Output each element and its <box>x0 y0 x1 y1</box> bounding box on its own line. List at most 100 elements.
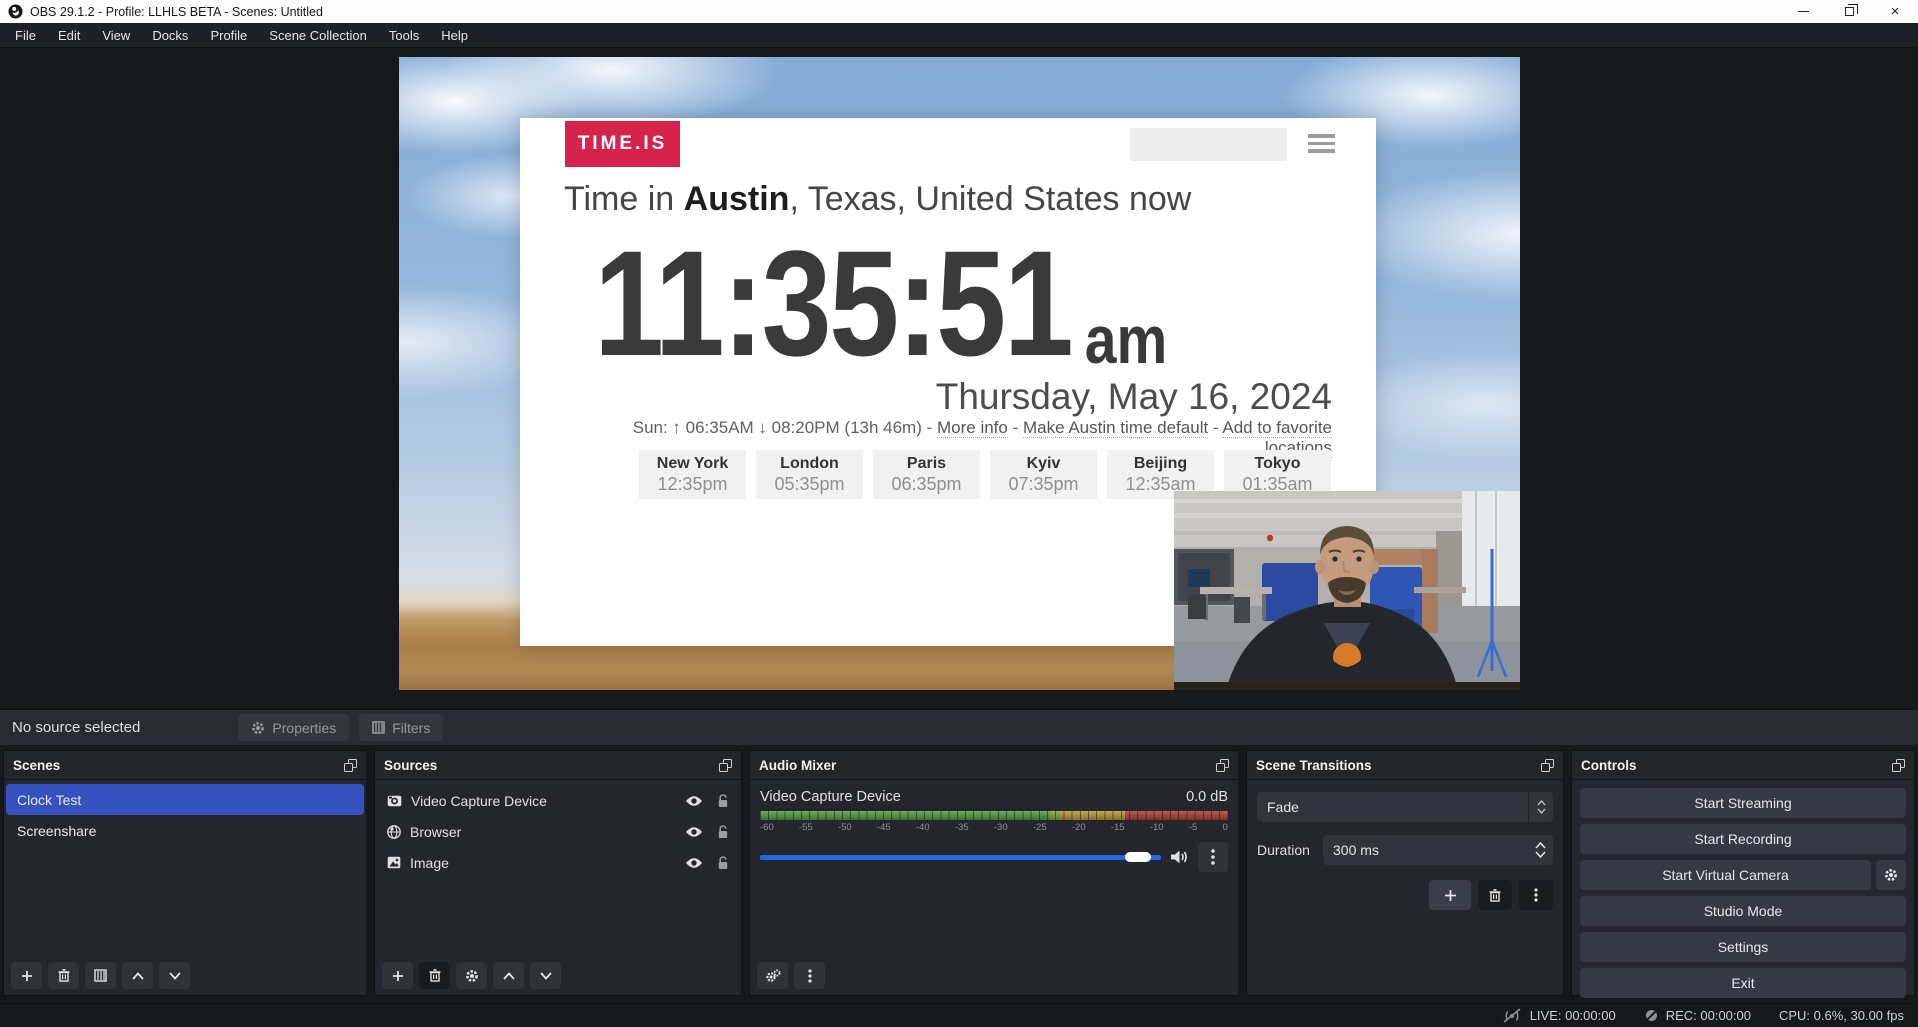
start-virtual-camera-button[interactable]: Start Virtual Camera <box>1580 860 1871 890</box>
duration-input[interactable]: 300 ms <box>1323 835 1553 865</box>
unlock-icon[interactable] <box>717 825 729 839</box>
vertical-dots-icon <box>808 969 812 983</box>
city-london[interactable]: London 05:35pm <box>756 450 863 499</box>
live-status: LIVE: 00:00:00 <box>1501 1008 1616 1023</box>
vertical-dots-icon <box>1534 888 1538 902</box>
add-transition-button[interactable] <box>1429 880 1471 910</box>
menu-view[interactable]: View <box>91 25 141 46</box>
remove-source-button[interactable] <box>419 962 450 989</box>
chevron-down-icon <box>540 972 552 980</box>
obs-logo-icon <box>8 4 23 19</box>
exit-button[interactable]: Exit <box>1580 968 1906 998</box>
popout-icon[interactable] <box>1541 759 1554 772</box>
speaker-icon[interactable] <box>1170 849 1189 865</box>
plus-icon <box>392 970 404 982</box>
close-button[interactable]: × <box>1872 0 1918 23</box>
hamburger-menu-icon[interactable] <box>1308 134 1335 153</box>
city-name: New York <box>639 455 746 473</box>
menu-edit[interactable]: Edit <box>47 25 91 46</box>
start-streaming-button[interactable]: Start Streaming <box>1580 788 1906 818</box>
transition-properties-button[interactable] <box>1519 880 1553 910</box>
remove-transition-button[interactable] <box>1478 880 1512 910</box>
menu-profile[interactable]: Profile <box>199 25 258 46</box>
link-separator: - <box>1008 418 1023 437</box>
eye-visible-icon[interactable] <box>685 857 703 869</box>
add-scene-button[interactable] <box>11 962 42 989</box>
mixer-options-button[interactable] <box>1198 842 1228 872</box>
start-recording-button[interactable]: Start Recording <box>1580 824 1906 854</box>
studio-mode-button[interactable]: Studio Mode <box>1580 896 1906 926</box>
mixer-menu-button[interactable] <box>794 962 825 989</box>
webcam-overlay[interactable] <box>1174 491 1520 690</box>
transition-value: Fade <box>1257 799 1528 815</box>
move-scene-up-button[interactable] <box>122 962 153 989</box>
preview-canvas[interactable]: TIME.IS Time in Austin, Texas, United St… <box>399 57 1520 690</box>
meter-scale: -60-55-50-45-40-35-30-25-20-15-10-50 <box>760 822 1228 833</box>
move-source-up-button[interactable] <box>493 962 524 989</box>
properties-button[interactable]: Properties <box>238 714 349 741</box>
menu-scene-collection[interactable]: Scene Collection <box>258 25 378 46</box>
gear-icon <box>1884 868 1898 882</box>
source-row-browser[interactable]: Browser <box>375 816 741 847</box>
unlock-icon[interactable] <box>717 794 729 808</box>
chevron-down-icon <box>169 972 181 980</box>
city-name: Beijing <box>1107 455 1214 473</box>
city-kyiv[interactable]: Kyiv 07:35pm <box>990 450 1097 499</box>
source-row-video-capture[interactable]: Video Capture Device <box>375 785 741 816</box>
settings-button[interactable]: Settings <box>1580 932 1906 962</box>
virtual-camera-config-button[interactable] <box>1876 860 1906 890</box>
city-new-york[interactable]: New York 12:35pm <box>639 450 746 499</box>
filter-icon <box>372 721 385 734</box>
filters-button[interactable]: Filters <box>359 714 443 741</box>
eye-visible-icon[interactable] <box>685 795 703 807</box>
popout-icon[interactable] <box>719 759 732 772</box>
city-time: 05:35pm <box>756 474 863 495</box>
city-time: 06:35pm <box>873 474 980 495</box>
restore-button[interactable] <box>1826 0 1872 23</box>
source-row-image[interactable]: Image <box>375 847 741 878</box>
remove-scene-button[interactable] <box>48 962 79 989</box>
city-paris[interactable]: Paris 06:35pm <box>873 450 980 499</box>
volume-slider-handle[interactable] <box>1125 852 1151 862</box>
popout-icon[interactable] <box>1216 759 1229 772</box>
chevron-up-icon <box>132 972 144 980</box>
menu-file[interactable]: File <box>4 25 47 46</box>
broadcast-off-icon <box>1501 1008 1523 1023</box>
volume-meter <box>760 811 1228 820</box>
menu-docks[interactable]: Docks <box>141 25 199 46</box>
duration-value: 300 ms <box>1323 842 1528 858</box>
scene-item-clock-test[interactable]: Clock Test <box>6 784 364 815</box>
popout-icon[interactable] <box>344 759 357 772</box>
popout-icon[interactable] <box>1892 759 1905 772</box>
rec-time: REC: 00:00:00 <box>1666 1008 1751 1023</box>
make-default-link[interactable]: Make Austin time default <box>1023 418 1208 438</box>
obs-window: OBS 29.1.2 - Profile: LLHLS BETA - Scene… <box>0 0 1918 1027</box>
scene-item-screenshare[interactable]: Screenshare <box>6 815 364 846</box>
chevron-up-icon <box>1537 800 1546 806</box>
transitions-title: Scene Transitions <box>1256 758 1372 773</box>
gear-icon <box>251 721 265 735</box>
unlock-icon[interactable] <box>717 856 729 870</box>
move-scene-down-button[interactable] <box>159 962 190 989</box>
minimize-button[interactable] <box>1780 0 1826 23</box>
source-properties-button[interactable] <box>456 962 487 989</box>
scene-filters-button[interactable] <box>85 962 116 989</box>
chevron-down-icon[interactable] <box>1535 851 1546 858</box>
eye-visible-icon[interactable] <box>685 826 703 838</box>
timeis-search-box[interactable] <box>1130 128 1287 161</box>
move-source-down-button[interactable] <box>530 962 561 989</box>
more-info-link[interactable]: More info <box>937 418 1008 438</box>
preview-area: TIME.IS Time in Austin, Texas, United St… <box>0 48 1918 709</box>
heading-suffix: , Texas, United States now <box>789 180 1191 218</box>
menu-help[interactable]: Help <box>430 25 479 46</box>
search-input[interactable] <box>1138 137 1319 153</box>
volume-slider[interactable] <box>760 855 1161 860</box>
add-source-button[interactable] <box>382 962 413 989</box>
menu-tools[interactable]: Tools <box>378 25 430 46</box>
advanced-audio-button[interactable] <box>757 962 788 989</box>
transition-select[interactable]: Fade <box>1257 792 1553 822</box>
filter-icon <box>94 969 107 982</box>
clock-display: 11:35:51 am <box>594 228 1167 378</box>
title-bar: OBS 29.1.2 - Profile: LLHLS BETA - Scene… <box>0 0 1918 23</box>
chevron-up-icon[interactable] <box>1535 842 1546 849</box>
